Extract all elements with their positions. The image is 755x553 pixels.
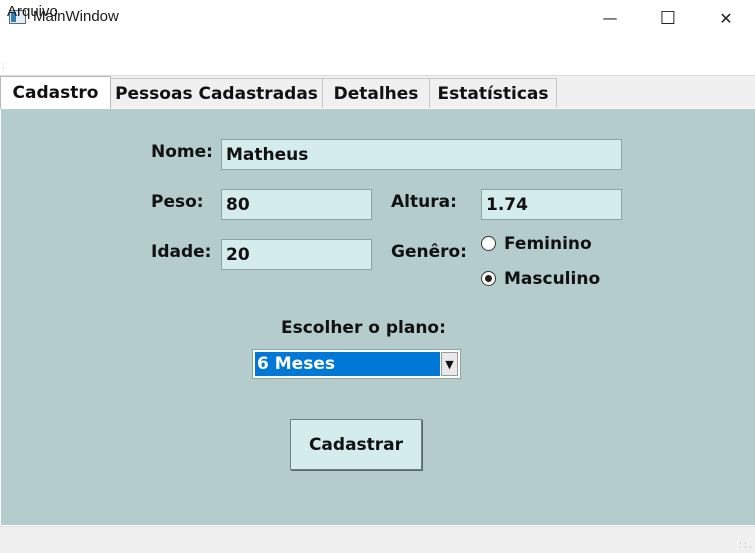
radio-feminino[interactable] — [481, 236, 496, 251]
tab-pessoas-cadastradas[interactable]: Pessoas Cadastradas — [110, 78, 323, 108]
genero-label: Genêro: — [391, 242, 467, 262]
menu-bar — [0, 37, 755, 61]
chevron-down-icon[interactable]: ▼ — [441, 352, 458, 376]
radio-feminino-label[interactable]: Feminino — [504, 234, 592, 254]
tab-cadastro[interactable]: Cadastro — [0, 76, 111, 109]
idade-input[interactable]: 20 — [221, 239, 372, 270]
nome-input[interactable]: Matheus — [221, 139, 622, 170]
radio-masculino[interactable] — [481, 271, 496, 286]
cadastrar-button[interactable]: Cadastrar — [290, 419, 422, 470]
close-button[interactable]: ✕ — [697, 0, 755, 36]
peso-label: Peso: — [151, 192, 204, 212]
idade-label: Idade: — [151, 242, 212, 262]
resize-grip-icon[interactable]: · · · · · — [739, 540, 752, 552]
plano-select[interactable]: 6 Meses ▼ — [252, 349, 461, 379]
plano-selected-value[interactable]: 6 Meses — [255, 352, 440, 376]
nome-label: Nome: — [151, 142, 213, 162]
tab-detalhes[interactable]: Detalhes — [322, 78, 430, 108]
tab-estatisticas[interactable]: Estatísticas — [429, 78, 557, 108]
radio-masculino-label[interactable]: Masculino — [504, 269, 600, 289]
altura-label: Altura: — [391, 192, 457, 212]
plano-label: Escolher o plano: — [281, 318, 446, 338]
menu-arquivo[interactable]: Arquivo — [7, 3, 58, 20]
altura-input[interactable]: 1.74 — [481, 189, 622, 220]
maximize-button[interactable]: ☐ — [639, 0, 697, 36]
minimize-button[interactable]: — — [581, 0, 639, 36]
status-bar — [0, 526, 755, 553]
peso-input[interactable]: 80 — [221, 189, 372, 220]
toolbar-grip-icon: · · — [2, 60, 5, 73]
